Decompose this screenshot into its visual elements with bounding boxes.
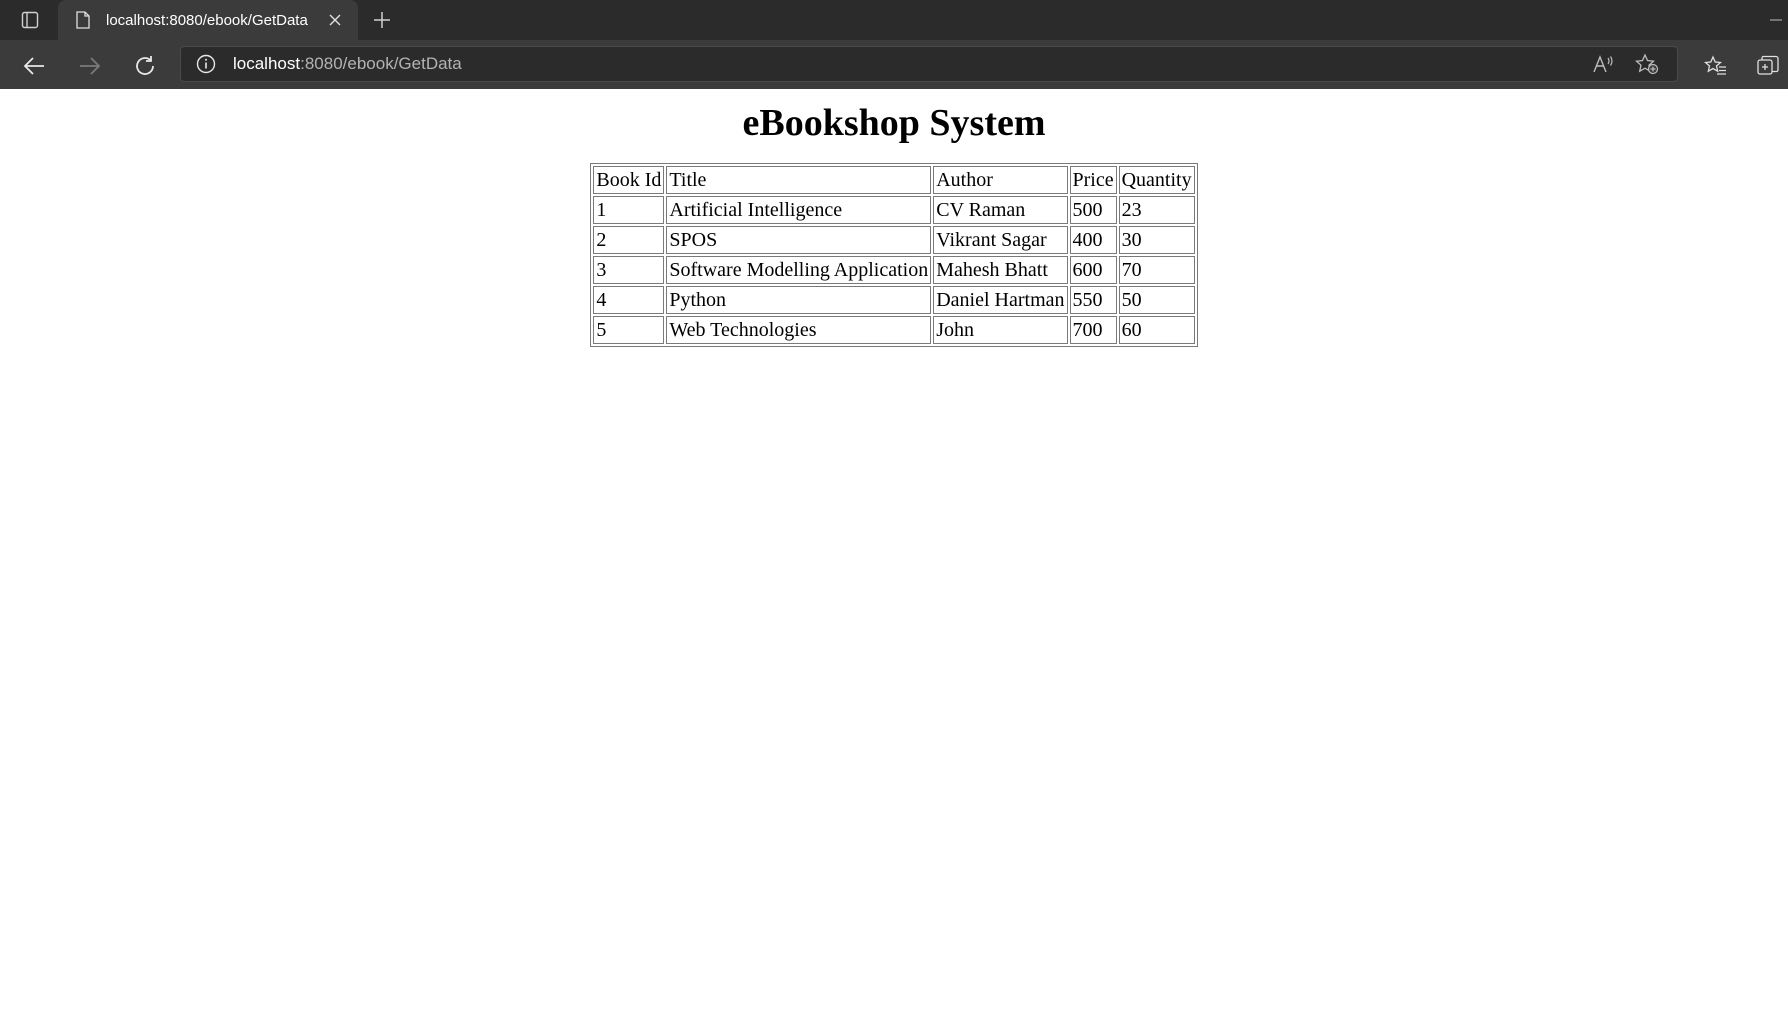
refresh-icon[interactable]: [127, 48, 163, 84]
toolbar: localhost:8080/ebook/GetData: [0, 40, 1788, 89]
table-cell: 4: [593, 285, 665, 314]
table-cell: 1: [593, 195, 665, 224]
column-header: Book Id: [593, 165, 665, 194]
column-header: Price: [1069, 165, 1117, 194]
table-cell: CV Raman: [933, 195, 1068, 224]
page-content: eBookshop System Book Id Title Author Price…: [0, 101, 1788, 347]
tab-actions-icon[interactable]: [12, 6, 48, 34]
table-cell: 700: [1069, 315, 1117, 344]
table-cell: SPOS: [666, 225, 932, 254]
table-cell: Web Technologies: [666, 315, 932, 344]
url-path: :8080/ebook/GetData: [300, 54, 462, 73]
table-cell: 30: [1118, 225, 1195, 254]
table-row: 3 Software Modelling Application Mahesh Bh…: [593, 255, 1195, 284]
table-cell: Vikrant Sagar: [933, 225, 1068, 254]
table-cell: Software Modelling Application: [666, 255, 932, 284]
url-text[interactable]: localhost:8080/ebook/GetData: [233, 54, 1589, 74]
active-tab[interactable]: localhost:8080/ebook/GetData: [58, 0, 358, 40]
table-cell: 600: [1069, 255, 1117, 284]
url-host: localhost: [233, 54, 301, 73]
table-cell: 400: [1069, 225, 1117, 254]
add-favorite-icon[interactable]: [1633, 50, 1661, 78]
table-cell: 50: [1118, 285, 1195, 314]
forward-arrow-icon[interactable]: [72, 48, 108, 84]
read-aloud-icon[interactable]: [1589, 50, 1617, 78]
column-header: Author: [933, 165, 1068, 194]
table-cell: 2: [593, 225, 665, 254]
table-cell: Artificial Intelligence: [666, 195, 932, 224]
collections-icon[interactable]: [1752, 50, 1784, 82]
table-cell: Mahesh Bhatt: [933, 255, 1068, 284]
favorites-icon[interactable]: [1700, 50, 1732, 82]
table-cell: Daniel Hartman: [933, 285, 1068, 314]
minimize-icon[interactable]: [1764, 0, 1788, 40]
table-row: 4 Python Daniel Hartman 550 50: [593, 285, 1195, 314]
column-header: Quantity: [1118, 165, 1195, 194]
table-header-row: Book Id Title Author Price Quantity: [593, 165, 1195, 194]
table-row: 2 SPOS Vikrant Sagar 400 30: [593, 225, 1195, 254]
address-bar[interactable]: localhost:8080/ebook/GetData: [180, 46, 1678, 82]
table-row: 5 Web Technologies John 700 60: [593, 315, 1195, 344]
table-cell: 60: [1118, 315, 1195, 344]
browser-chrome: localhost:8080/ebook/GetData localhost:8…: [0, 0, 1788, 89]
table-cell: 500: [1069, 195, 1117, 224]
back-arrow-icon[interactable]: [16, 48, 52, 84]
info-icon[interactable]: [195, 53, 217, 75]
tab-title: localhost:8080/ebook/GetData: [106, 11, 308, 29]
books-table: Book Id Title Author Price Quantity 1 Artific…: [590, 162, 1198, 347]
table-cell: 70: [1118, 255, 1195, 284]
close-icon[interactable]: [324, 9, 346, 31]
table-cell: 5: [593, 315, 665, 344]
table-cell: 23: [1118, 195, 1195, 224]
table-cell: 3: [593, 255, 665, 284]
table-cell: 550: [1069, 285, 1117, 314]
plus-icon[interactable]: [368, 6, 396, 34]
tab-strip: localhost:8080/ebook/GetData: [0, 0, 1788, 40]
page-icon: [74, 10, 92, 30]
page-title: eBookshop System: [742, 102, 1046, 144]
table-cell: Python: [666, 285, 932, 314]
table-cell: John: [933, 315, 1068, 344]
column-header: Title: [666, 165, 932, 194]
table-row: 1 Artificial Intelligence CV Raman 500 23: [593, 195, 1195, 224]
